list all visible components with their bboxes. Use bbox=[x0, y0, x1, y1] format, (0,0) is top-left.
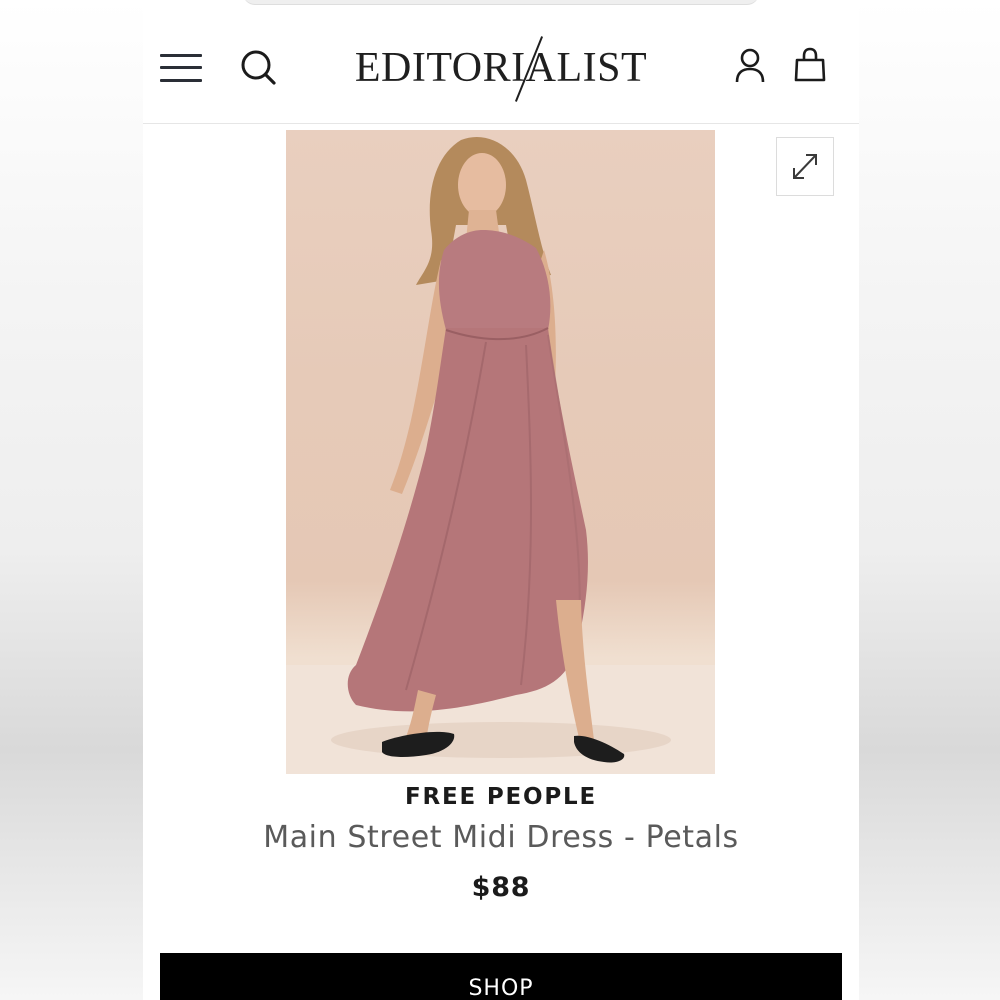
right-background bbox=[859, 0, 1000, 1000]
phone-screen: EDITORIALIST FREE PEOPLE Main Street Mid… bbox=[143, 0, 859, 1000]
shopping-bag-icon[interactable] bbox=[793, 47, 827, 84]
product-image[interactable] bbox=[286, 130, 715, 774]
hamburger-menu-icon[interactable] bbox=[160, 51, 202, 85]
search-icon[interactable] bbox=[239, 48, 279, 88]
site-logo[interactable]: EDITORIALIST bbox=[346, 36, 656, 102]
product-price: $88 bbox=[471, 872, 531, 903]
product-name[interactable]: Main Street Midi Dress - Petals bbox=[143, 820, 859, 855]
left-background bbox=[0, 0, 143, 1000]
shop-button[interactable]: SHOP bbox=[160, 953, 842, 1000]
site-header: EDITORIALIST bbox=[143, 0, 859, 124]
expand-icon[interactable] bbox=[776, 137, 834, 196]
user-icon[interactable] bbox=[733, 48, 767, 84]
product-brand[interactable]: FREE PEOPLE bbox=[143, 784, 859, 810]
logo-text: EDITORIALIST bbox=[354, 45, 648, 91]
